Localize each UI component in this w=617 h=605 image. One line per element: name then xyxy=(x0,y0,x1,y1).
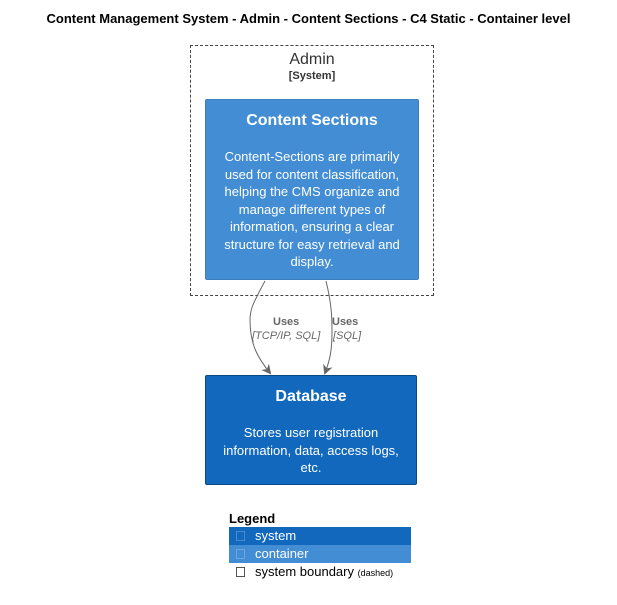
square-icon xyxy=(236,567,245,577)
legend-item-container: container xyxy=(229,545,411,563)
boundary-name: Admin xyxy=(289,51,335,68)
relationship-technology: [TCP/IP, SQL] xyxy=(252,330,321,342)
container-name: Content Sections xyxy=(246,112,378,129)
relationship-label-text: Uses xyxy=(273,316,300,328)
legend-item-system-boundary: system boundary (dashed) xyxy=(229,563,411,581)
relationship-label-text: Uses xyxy=(332,316,359,328)
square-icon xyxy=(236,531,245,541)
square-icon xyxy=(236,549,245,559)
relationship-technology: [SQL] xyxy=(333,330,362,342)
legend: Legend system container system boundary … xyxy=(229,511,411,581)
container-content-sections[interactable]: Content Sections Content-Sections are pr… xyxy=(205,99,419,280)
container-description: Content-Sections are primarily used for … xyxy=(224,149,400,269)
system-description: Stores user registration information, da… xyxy=(223,425,399,475)
relationship-label-2: Uses [SQL] xyxy=(332,315,382,343)
system-name: Database xyxy=(275,388,347,405)
legend-item-note: (dashed) xyxy=(357,568,394,578)
legend-item-label: container xyxy=(255,546,309,561)
legend-item-label: system boundary xyxy=(255,564,354,579)
relationship-label-1: Uses [TCP/IP, SQL] xyxy=(252,315,332,343)
legend-item-label: system xyxy=(255,528,297,543)
legend-item-system: system xyxy=(229,527,411,545)
legend-title: Legend xyxy=(229,511,276,526)
boundary-type: [System] xyxy=(288,70,336,82)
system-database[interactable]: Database Stores user registration inform… xyxy=(205,375,417,485)
diagram-title: Content Management System - Admin - Cont… xyxy=(46,11,571,26)
